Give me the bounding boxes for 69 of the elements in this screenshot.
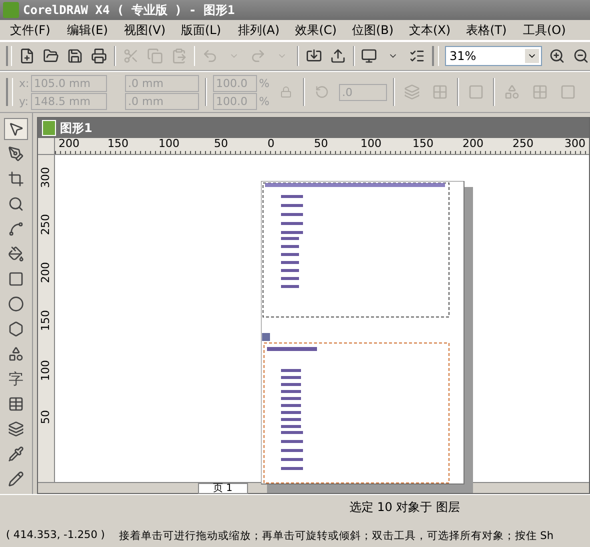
document-title: 图形1 [60,120,92,136]
toolbar-handle[interactable] [6,78,13,106]
zoom-icon[interactable] [8,196,24,212]
ruler-label: 100 [158,138,180,150]
zoom-dropdown[interactable]: 31% [444,46,542,66]
selection-status: 选定 10 对象于 图层 [349,499,460,516]
text-tool[interactable]: 字 [4,368,28,390]
ruler-label: 100 [360,138,382,150]
ellipse-icon[interactable] [8,296,24,312]
menu-item[interactable]: 文件(F) [10,22,67,38]
ruler-label: 150 [40,310,52,331]
new-document-icon[interactable] [19,48,36,64]
ruler-label: 150 [108,138,128,150]
x-label: x: [19,76,29,90]
ruler-label: 250 [40,214,52,235]
menu-item[interactable]: 视图(V) [124,22,181,38]
rectangle-icon[interactable] [8,271,24,287]
export-icon[interactable] [330,48,346,64]
zoom-in-icon[interactable] [549,48,566,64]
pointer-tool[interactable] [4,118,28,140]
app-icon [3,2,19,18]
ruler-label: 150 [412,138,434,150]
import-icon[interactable] [306,48,322,64]
ruler-label: 50 [40,410,52,424]
shapes-icon[interactable] [8,346,24,362]
menu-item[interactable]: 工具(O) [523,22,580,38]
curve-icon[interactable] [8,221,24,237]
paint-bucket-icon[interactable] [8,246,24,262]
menu-item[interactable]: 版面(L) [181,22,238,38]
menu-item[interactable]: 位图(B) [352,22,409,38]
y-label: y: [19,94,29,108]
crop-icon[interactable] [8,171,24,187]
ruler-label: 200 [58,138,80,150]
folder-icon[interactable] [43,48,60,64]
layers-icon[interactable] [8,421,24,437]
eyedropper-icon[interactable] [8,446,24,462]
zoom-out-icon[interactable] [573,48,590,64]
pointer-icon [8,121,24,137]
percent-label: % [259,94,269,108]
toolbar-handle[interactable] [6,46,12,66]
page-tab[interactable]: 页 1 [198,482,248,494]
cursor-coordinates: ( 414.353, -1.250 ) [6,529,105,543]
document-icon [42,120,56,136]
window-title: CorelDRAW X4 ( 专业版 ) - 图形1 [23,2,235,18]
hint-text: 接着单击可进行拖动或缩放；再单击可旋转或倾斜；双击工具，可选择所有对象；按住 Sh [118,529,554,543]
pencil-icon[interactable] [8,471,24,487]
ruler-label: 100 [40,360,52,381]
ruler-label: 0 [268,138,274,150]
pen-nib-icon[interactable] [8,146,24,162]
percent-label: % [259,76,269,90]
monitor-icon[interactable] [361,48,378,64]
print-icon[interactable] [90,48,107,64]
toolbar-handle[interactable] [432,46,439,66]
menu-item[interactable]: 排列(A) [238,22,295,38]
polygon-icon[interactable] [8,321,24,337]
ruler-label: 250 [512,138,534,150]
ruler-label: 200 [40,262,52,283]
ruler-label: 300 [40,167,52,188]
menu-item[interactable]: 文本(X) [409,22,466,38]
menu-item[interactable]: 表格(T) [466,22,523,38]
ruler-label: 50 [314,138,328,150]
ruler-label: 200 [462,138,484,150]
save-icon[interactable] [67,48,84,64]
menu-item[interactable]: 效果(C) [295,22,352,38]
ruler-label: 300 [564,138,586,150]
checklist-icon[interactable] [409,48,426,64]
menu-item[interactable]: 编辑(E) [67,22,124,38]
ruler-label: 50 [214,138,228,150]
table-icon[interactable] [8,396,24,412]
